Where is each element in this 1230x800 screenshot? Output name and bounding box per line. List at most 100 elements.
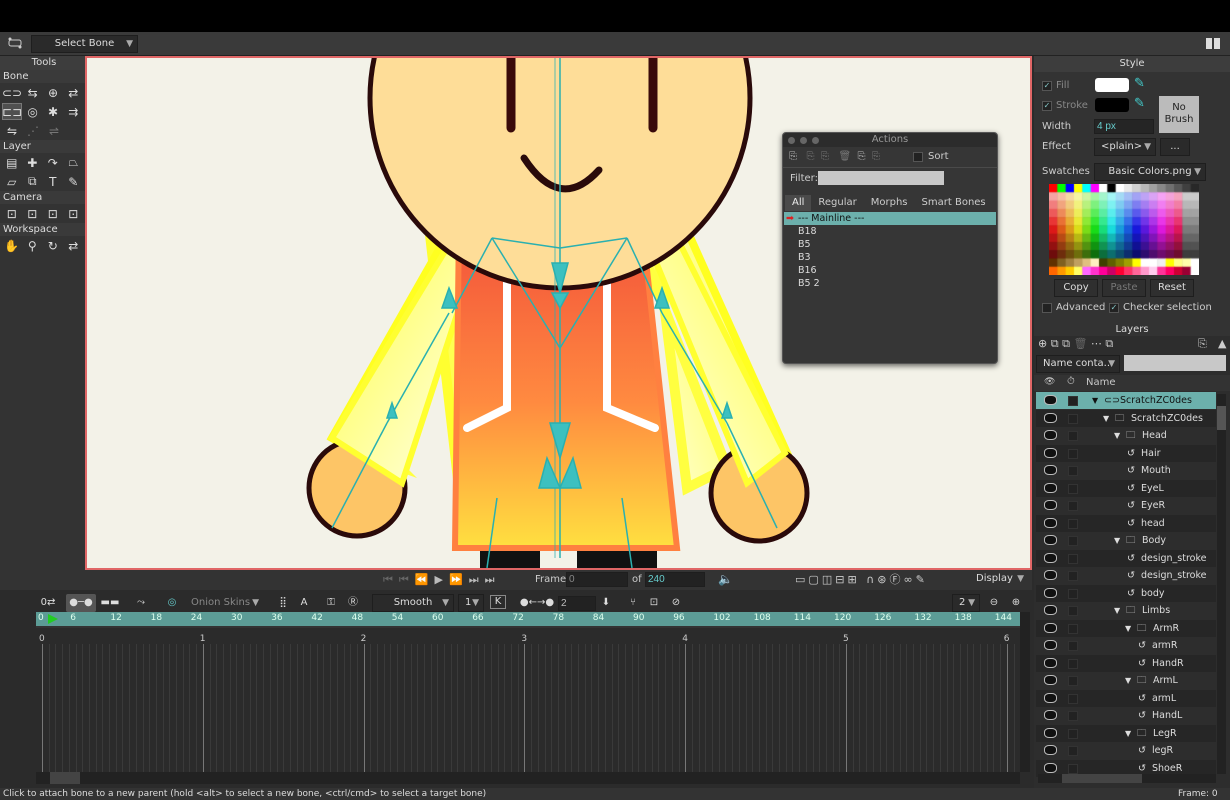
layer-row[interactable]: ↺ body xyxy=(1036,584,1216,602)
tab-smart-bones[interactable]: Smart Bones xyxy=(915,195,993,211)
paste-button[interactable]: Paste xyxy=(1102,279,1146,297)
visibility-icon[interactable] xyxy=(1044,552,1057,563)
layer-color-swatch[interactable] xyxy=(1068,606,1078,616)
minimize-window-icon[interactable] xyxy=(800,137,807,144)
layer-row[interactable]: ↺ Mouth xyxy=(1036,462,1216,479)
new-action-icon[interactable]: ⎘ xyxy=(789,151,797,162)
fast-forward-icon[interactable]: ⏭ xyxy=(485,573,501,586)
zoom-icon[interactable]: ⚲ xyxy=(23,237,43,254)
copy-button[interactable]: Copy xyxy=(1054,279,1098,297)
shift-keys-icon[interactable]: ●←→● xyxy=(516,594,558,612)
key-icon[interactable]: ⚿ xyxy=(322,594,340,612)
visibility-icon[interactable] xyxy=(1044,622,1057,633)
layer-color-swatch[interactable] xyxy=(1068,466,1078,476)
duplicate-layer-icon[interactable]: ⧉ xyxy=(1051,337,1059,350)
actions-filter-input[interactable] xyxy=(818,171,944,185)
visibility-icon[interactable] xyxy=(1044,535,1057,545)
layers-scrollbar[interactable] xyxy=(1217,394,1226,774)
select-points-icon[interactable]: ⊂⊃ xyxy=(2,84,22,101)
layer-row[interactable]: ▼ 🗀 ArmR xyxy=(1036,619,1216,637)
layer-row[interactable]: ↺ Hair xyxy=(1036,444,1216,462)
onion-skins-dropdown[interactable]: Onion Skins ▼ xyxy=(184,594,264,612)
reference-action-icon[interactable]: ⎘ xyxy=(872,151,880,162)
hand-icon[interactable]: ✋ xyxy=(2,237,22,254)
key-count-input[interactable] xyxy=(558,596,596,611)
visibility-icon[interactable] xyxy=(1044,640,1057,650)
visibility-icon[interactable] xyxy=(1044,657,1057,668)
visibility-icon[interactable] xyxy=(1044,447,1057,458)
view-quad-icon[interactable]: ⊞ xyxy=(847,573,859,586)
layer-color-swatch[interactable] xyxy=(1068,553,1078,564)
new-layer-icon[interactable]: ⊕ xyxy=(1038,337,1047,350)
transform-layer-icon[interactable]: ▤ xyxy=(2,154,22,171)
curve-icon[interactable]: ∩ xyxy=(866,573,877,586)
tab-morphs[interactable]: Morphs xyxy=(864,195,915,211)
visibility-icon[interactable] xyxy=(1044,482,1057,493)
layer-filter-mode-dropdown[interactable]: Name conta... ▼ xyxy=(1036,355,1120,373)
interp-count-dropdown[interactable]: 1 ▼ xyxy=(458,594,484,612)
insert-action-icon[interactable]: ⎘ xyxy=(858,151,866,162)
bind-points-icon[interactable]: ⇋ xyxy=(2,122,22,139)
frame-input[interactable] xyxy=(566,572,628,587)
layer-filter-input[interactable] xyxy=(1124,355,1226,371)
bone-strength-icon[interactable]: ◎ xyxy=(23,103,42,120)
swatches-palette[interactable] xyxy=(1049,184,1199,275)
view-split-icon[interactable]: ◫ xyxy=(822,573,835,586)
playhead-marker[interactable] xyxy=(48,614,58,624)
layer-color-swatch[interactable] xyxy=(1068,763,1078,774)
bind-layer-icon[interactable]: ⇉ xyxy=(64,103,83,120)
visibility-icon[interactable] xyxy=(1044,675,1057,685)
tool-options-dropdown[interactable]: Select Bone ▼ xyxy=(31,35,138,53)
delete-key-icon[interactable]: ⊘ xyxy=(668,594,684,612)
camera-roll-icon[interactable]: ⊡ xyxy=(43,205,63,222)
branch-icon[interactable]: ⑂ xyxy=(624,594,642,612)
layer-color-swatch[interactable] xyxy=(1068,693,1078,704)
add-key-icon[interactable]: ⬇ xyxy=(598,594,614,612)
layer-color-swatch[interactable] xyxy=(1068,641,1078,651)
bone-tool-icon[interactable] xyxy=(8,36,22,50)
stroke-color-swatch[interactable] xyxy=(1095,98,1129,112)
more-icon[interactable]: ⋯ xyxy=(1091,337,1102,350)
layer-row[interactable]: ▼ 🗀 ScratchZC0des xyxy=(1036,409,1216,427)
visibility-icon[interactable] xyxy=(1044,395,1057,405)
prev-key-icon[interactable]: ⏮ xyxy=(399,573,415,586)
layer-row[interactable]: ↺ HandR xyxy=(1036,654,1216,672)
dots-grid-icon[interactable]: ⣿ xyxy=(275,594,291,612)
layer-options-icon[interactable]: ⎘ xyxy=(1198,337,1207,351)
reparent-bone-icon[interactable]: ⇄ xyxy=(64,84,83,101)
book-icon[interactable] xyxy=(1205,36,1221,50)
expand-toggle-icon[interactable]: ▼ xyxy=(1125,620,1131,637)
display-dropdown[interactable]: Display ▼ xyxy=(970,571,1028,589)
bone-physics-icon[interactable]: ⇌ xyxy=(44,122,64,139)
list-item[interactable]: B3 xyxy=(784,251,996,264)
layer-row[interactable]: ↺ head xyxy=(1036,514,1216,532)
next-key-icon[interactable]: ⏭ xyxy=(469,573,485,586)
key-interp-icon[interactable]: ●─● xyxy=(66,594,96,612)
expand-toggle-icon[interactable]: ▼ xyxy=(1114,427,1120,444)
layer-color-swatch[interactable] xyxy=(1068,588,1078,599)
camera-key-icon[interactable]: ⊡ xyxy=(646,594,662,612)
layer-color-swatch[interactable] xyxy=(1068,413,1078,424)
sort-checkbox[interactable] xyxy=(913,152,923,162)
motion-graph-icon[interactable]: ⤳ xyxy=(128,594,154,612)
step-back-icon[interactable]: ⏪ xyxy=(415,573,435,586)
layer-color-swatch[interactable] xyxy=(1068,746,1078,756)
expand-toggle-icon[interactable]: ▼ xyxy=(1125,725,1131,742)
layer-row[interactable]: ▼ 🗀 Body xyxy=(1036,532,1216,549)
layer-color-swatch[interactable] xyxy=(1068,623,1078,634)
expand-toggle-icon[interactable]: ▼ xyxy=(1103,410,1109,427)
visibility-icon[interactable] xyxy=(1044,762,1057,773)
mask-icon[interactable]: ∞ xyxy=(903,573,915,586)
list-item[interactable]: ➡ --- Mainline --- xyxy=(784,212,996,225)
zoom-level-dropdown[interactable]: 2 ▼ xyxy=(952,594,980,612)
close-window-icon[interactable] xyxy=(788,137,795,144)
reset-button[interactable]: Reset xyxy=(1150,279,1194,297)
visibility-icon[interactable] xyxy=(1044,587,1057,598)
zoom-out-icon[interactable]: ⊖ xyxy=(986,594,1002,612)
record-icon[interactable]: Ⓡ xyxy=(345,594,361,612)
fill-eyedropper-icon[interactable]: ✎ xyxy=(1134,76,1145,91)
layer-settings-icon[interactable]: ⧉ xyxy=(1105,337,1113,350)
layer-color-swatch[interactable] xyxy=(1068,483,1078,494)
orbit-icon[interactable]: ⇄ xyxy=(64,237,84,254)
layer-row[interactable]: ▼ 🗀 LegR xyxy=(1036,724,1216,742)
